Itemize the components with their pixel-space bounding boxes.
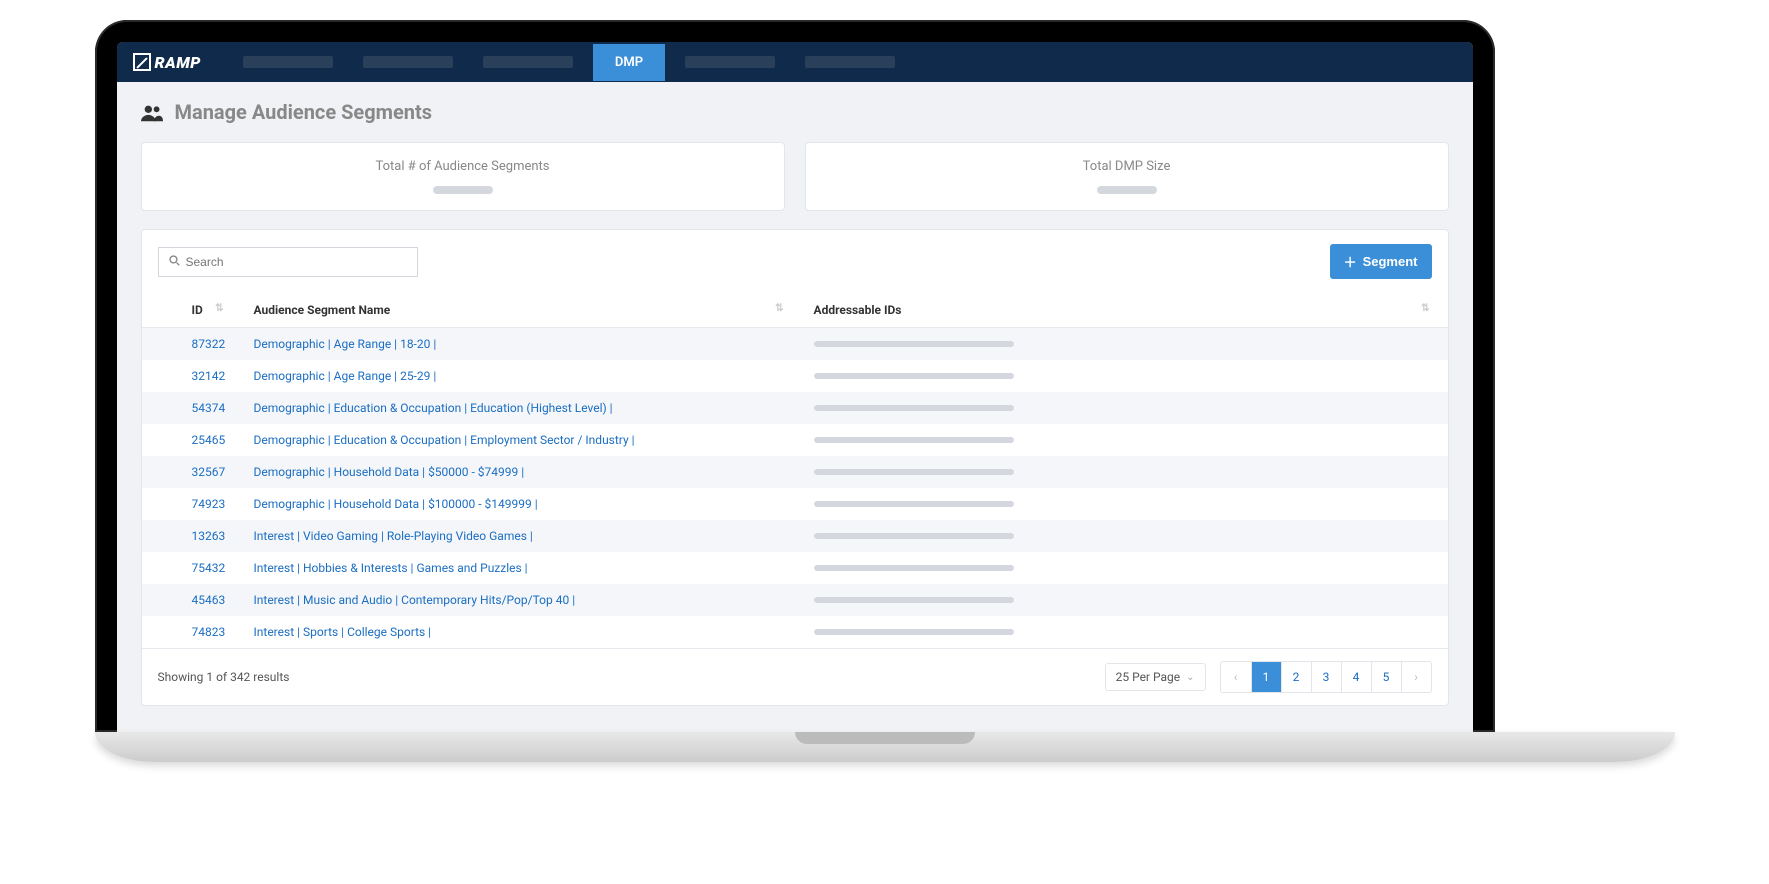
stat-label: Total DMP Size xyxy=(822,159,1432,174)
segment-id-link[interactable]: 87322 xyxy=(192,337,226,351)
stat-label: Total # of Audience Segments xyxy=(158,159,768,174)
table-row: 13263 Interest | Video Gaming | Role-Play… xyxy=(142,520,1448,552)
plus-icon: ＋ xyxy=(1344,252,1357,271)
logo-icon xyxy=(133,53,151,71)
laptop-frame: RAMP DMP Manage Audience Segments Tot xyxy=(95,20,1495,732)
sort-icon: ⇅ xyxy=(1421,303,1429,314)
pagination: ‹ 12345 › xyxy=(1220,661,1432,693)
segments-table: ID⇅ Audience Segment Name⇅ Addressable I… xyxy=(142,293,1448,648)
chevron-down-icon: ⌄ xyxy=(1186,672,1194,683)
segment-id-link[interactable]: 74823 xyxy=(192,625,226,639)
addressable-skeleton xyxy=(814,597,1014,603)
column-header-addressable[interactable]: Addressable IDs⇅ xyxy=(802,293,1448,328)
addressable-skeleton xyxy=(814,501,1014,507)
segment-name-link[interactable]: Interest | Hobbies & Interests | Games a… xyxy=(254,561,528,575)
segment-name-link[interactable]: Interest | Video Gaming | Role-Playing V… xyxy=(254,529,533,543)
table-row: 87322 Demographic | Age Range | 18-20 | xyxy=(142,328,1448,361)
addressable-skeleton xyxy=(814,437,1014,443)
segment-id-link[interactable]: 32142 xyxy=(192,369,226,383)
segment-name-link[interactable]: Demographic | Education & Occupation | E… xyxy=(254,401,613,415)
pagination-page-2[interactable]: 2 xyxy=(1281,662,1311,692)
segment-id-link[interactable]: 54374 xyxy=(192,401,226,415)
nav-item-placeholder[interactable] xyxy=(675,44,785,81)
segment-name-link[interactable]: Interest | Music and Audio | Contemporar… xyxy=(254,593,576,607)
nav-item-placeholder[interactable] xyxy=(353,44,463,81)
pagination-next[interactable]: › xyxy=(1401,662,1431,692)
segment-name-link[interactable]: Demographic | Household Data | $50000 - … xyxy=(254,465,525,479)
segment-id-link[interactable]: 74923 xyxy=(192,497,226,511)
table-row: 74923 Demographic | Household Data | $100… xyxy=(142,488,1448,520)
addressable-skeleton xyxy=(814,341,1014,347)
stat-card-segments: Total # of Audience Segments xyxy=(141,142,785,211)
segment-name-link[interactable]: Interest | Sports | College Sports | xyxy=(254,625,432,639)
page-header: Manage Audience Segments xyxy=(141,100,1449,124)
stat-value-skeleton xyxy=(1097,186,1157,194)
stat-card-dmp-size: Total DMP Size xyxy=(805,142,1449,211)
nav-item-placeholder[interactable] xyxy=(795,44,905,81)
addressable-skeleton xyxy=(814,373,1014,379)
addressable-skeleton xyxy=(814,405,1014,411)
top-nav: RAMP DMP xyxy=(117,42,1473,82)
table-toolbar: ＋ Segment xyxy=(142,230,1448,293)
nav-items: DMP xyxy=(233,44,905,81)
segment-id-link[interactable]: 25465 xyxy=(192,433,226,447)
sort-icon: ⇅ xyxy=(215,303,223,314)
add-segment-button[interactable]: ＋ Segment xyxy=(1330,244,1432,279)
segment-name-link[interactable]: Demographic | Age Range | 18-20 | xyxy=(254,337,437,351)
brand-logo: RAMP xyxy=(133,53,201,72)
pagination-prev[interactable]: ‹ xyxy=(1221,662,1251,692)
table-row: 75432 Interest | Hobbies & Interests | Ga… xyxy=(142,552,1448,584)
segment-id-link[interactable]: 32567 xyxy=(192,465,226,479)
pagination-page-1[interactable]: 1 xyxy=(1251,662,1281,692)
search-input-wrapper[interactable] xyxy=(158,247,418,277)
table-row: 32142 Demographic | Age Range | 25-29 | xyxy=(142,360,1448,392)
content: Manage Audience Segments Total # of Audi… xyxy=(117,82,1473,724)
table-row: 45463 Interest | Music and Audio | Contem… xyxy=(142,584,1448,616)
table-row: 32567 Demographic | Household Data | $500… xyxy=(142,456,1448,488)
brand-text: RAMP xyxy=(155,53,201,72)
pagination-page-4[interactable]: 4 xyxy=(1341,662,1371,692)
nav-item-dmp[interactable]: DMP xyxy=(593,44,665,81)
segment-name-link[interactable]: Demographic | Household Data | $100000 -… xyxy=(254,497,538,511)
results-summary: Showing 1 of 342 results xyxy=(158,670,290,684)
nav-item-placeholder[interactable] xyxy=(473,44,583,81)
column-header-name[interactable]: Audience Segment Name⇅ xyxy=(242,293,802,328)
segment-name-link[interactable]: Demographic | Education & Occupation | E… xyxy=(254,433,635,447)
app-viewport: RAMP DMP Manage Audience Segments Tot xyxy=(117,42,1473,732)
laptop-base xyxy=(95,732,1675,762)
segment-id-link[interactable]: 13263 xyxy=(192,529,226,543)
segment-id-link[interactable]: 75432 xyxy=(192,561,226,575)
search-icon xyxy=(169,255,180,269)
table-footer: Showing 1 of 342 results 25 Per Page ⌄ ‹… xyxy=(142,648,1448,705)
stat-value-skeleton xyxy=(433,186,493,194)
pagination-page-3[interactable]: 3 xyxy=(1311,662,1341,692)
table-row: 54374 Demographic | Education & Occupatio… xyxy=(142,392,1448,424)
addressable-skeleton xyxy=(814,565,1014,571)
nav-item-placeholder[interactable] xyxy=(233,44,343,81)
addressable-skeleton xyxy=(814,629,1014,635)
table-row: 74823 Interest | Sports | College Sports … xyxy=(142,616,1448,648)
segment-id-link[interactable]: 45463 xyxy=(192,593,226,607)
per-page-selector[interactable]: 25 Per Page ⌄ xyxy=(1105,663,1206,691)
addressable-skeleton xyxy=(814,533,1014,539)
segment-name-link[interactable]: Demographic | Age Range | 25-29 | xyxy=(254,369,437,383)
add-segment-label: Segment xyxy=(1363,254,1418,269)
pagination-page-5[interactable]: 5 xyxy=(1371,662,1401,692)
sort-icon: ⇅ xyxy=(775,303,783,314)
page-title-text: Manage Audience Segments xyxy=(175,100,433,124)
addressable-skeleton xyxy=(814,469,1014,475)
users-icon xyxy=(141,103,163,121)
table-row: 25465 Demographic | Education & Occupatio… xyxy=(142,424,1448,456)
stats-row: Total # of Audience Segments Total DMP S… xyxy=(141,142,1449,211)
column-header-id[interactable]: ID⇅ xyxy=(142,293,242,328)
per-page-label: 25 Per Page xyxy=(1116,670,1181,684)
search-input[interactable] xyxy=(186,255,407,269)
segments-table-panel: ＋ Segment ID⇅ Audience Segment Name⇅ Add… xyxy=(141,229,1449,706)
